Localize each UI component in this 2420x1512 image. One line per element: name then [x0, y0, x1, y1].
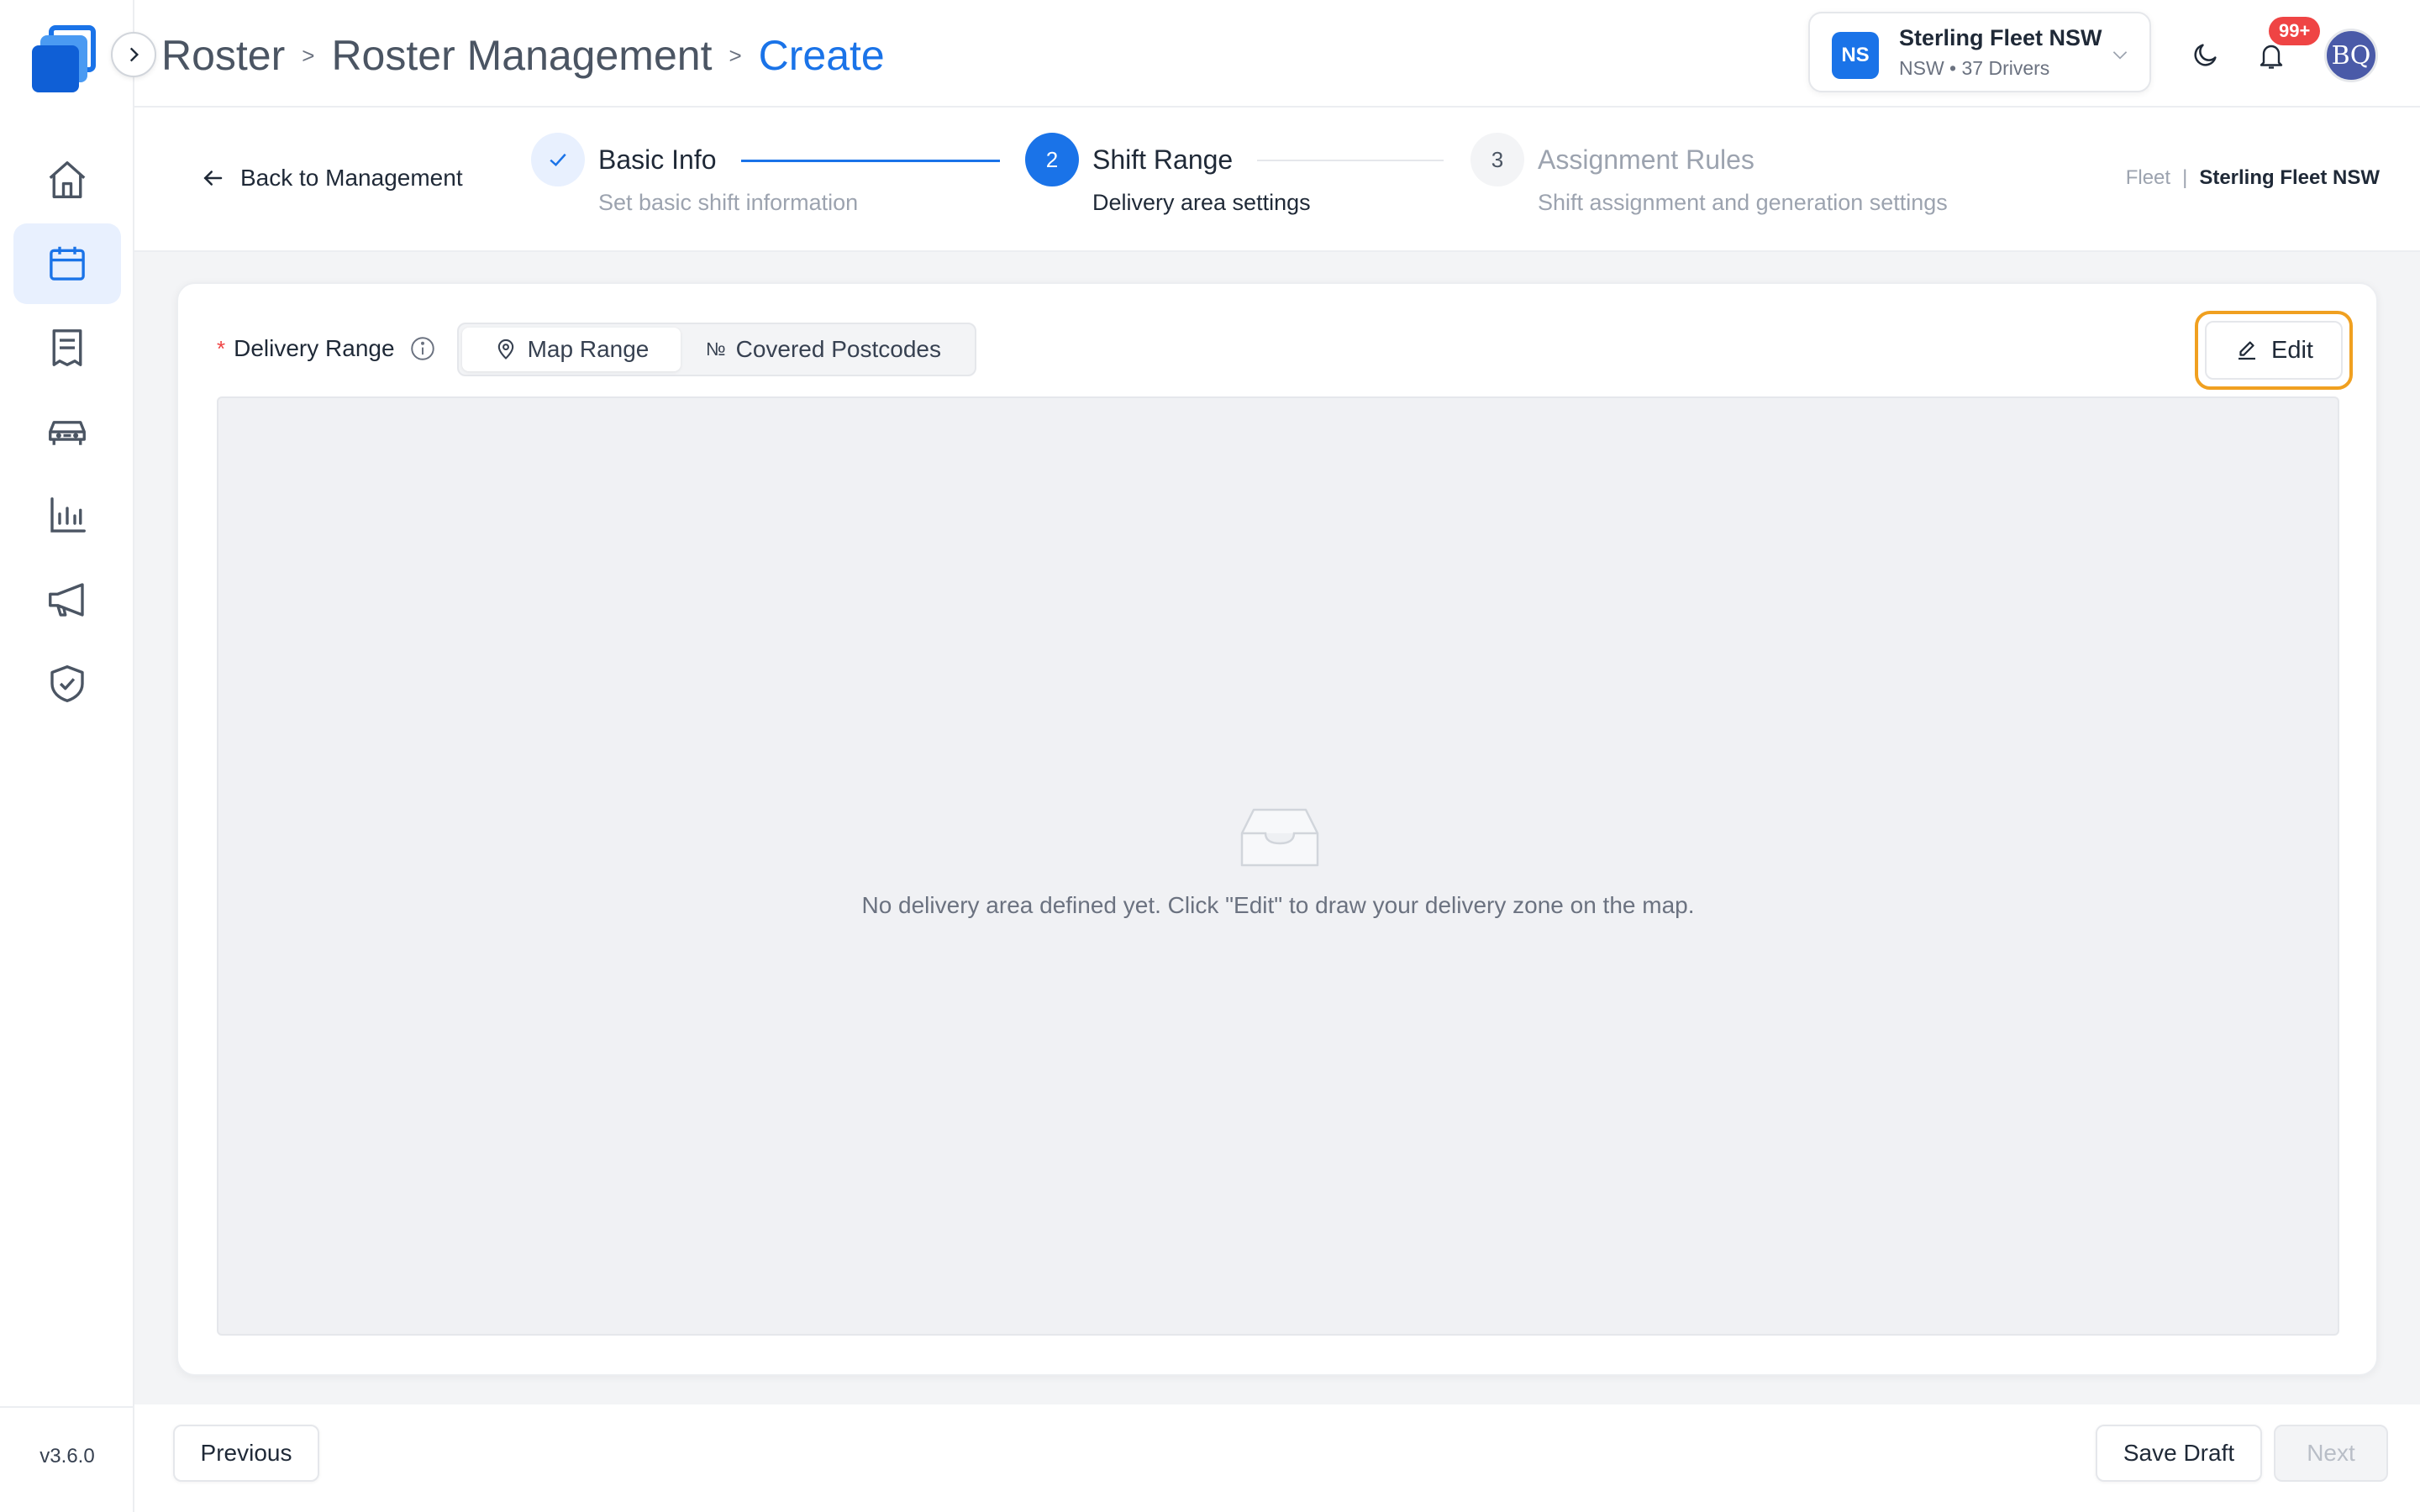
fleet-avatar: NS	[1832, 32, 1879, 79]
step-number: 2	[1025, 133, 1079, 186]
back-link-label: Back to Management	[240, 165, 463, 191]
step-title: Basic Info	[598, 144, 717, 175]
home-icon	[49, 161, 86, 198]
info-icon[interactable]	[408, 334, 437, 363]
empty-state-message: No delivery area defined yet. Click "Edi…	[861, 892, 1695, 918]
tab-map-range[interactable]: Map Range	[462, 328, 681, 371]
fleet-name: Sterling Fleet NSW	[1899, 25, 2102, 50]
car-icon	[49, 421, 86, 445]
chevron-right-icon	[129, 47, 139, 62]
fleet-tag: Fleet | Sterling Fleet NSW	[2126, 166, 2380, 190]
moon-icon	[2194, 44, 2217, 66]
step-complete-marker	[531, 133, 585, 186]
sidebar-item-reports[interactable]	[13, 475, 121, 556]
delivery-range-label: * Delivery Range	[217, 334, 437, 363]
field-label-text: Delivery Range	[234, 335, 395, 361]
edit-button[interactable]: Edit	[2205, 321, 2343, 380]
breadcrumb-roster[interactable]: Roster	[161, 31, 285, 80]
edit-label: Edit	[2271, 336, 2313, 364]
step-title: Shift Range	[1092, 144, 1234, 175]
fleet-subtitle: NSW • 37 Drivers	[1899, 57, 2050, 79]
fleet-tag-separator: |	[2182, 166, 2188, 189]
top-header: Roster > Roster Management > Create NS S…	[134, 0, 2420, 108]
breadcrumb-separator: >	[302, 42, 315, 68]
sidebar-collapse-button[interactable]	[111, 32, 156, 77]
fleet-tag-label: Fleet	[2125, 166, 2171, 189]
map-pin-icon	[497, 339, 513, 360]
arrow-left-icon	[203, 171, 223, 186]
map-area[interactable]: No delivery area defined yet. Click "Edi…	[217, 396, 2339, 1336]
edit-highlight: Edit	[2195, 311, 2353, 390]
theme-toggle-button[interactable]	[2185, 34, 2227, 76]
user-avatar[interactable]: BQ	[2324, 29, 2378, 82]
breadcrumb: Roster > Roster Management > Create	[161, 29, 885, 82]
pencil-icon	[2238, 341, 2255, 360]
numero-icon: №	[706, 339, 726, 360]
sidebar-item-vehicles[interactable]	[13, 391, 121, 472]
sidebar-item-home[interactable]	[13, 139, 121, 220]
bell-icon	[2260, 45, 2283, 69]
range-mode-tabs: Map Range № Covered Postcodes	[457, 323, 976, 376]
save-draft-button[interactable]: Save Draft	[2096, 1425, 2262, 1482]
check-icon	[550, 153, 566, 167]
step-connector-pending	[1257, 160, 1444, 161]
breadcrumb-separator: >	[729, 42, 742, 68]
fleet-tag-value: Sterling Fleet NSW	[2199, 166, 2380, 189]
breadcrumb-create: Create	[758, 32, 885, 79]
steps-bar: Back to Management Basic Info Set basic …	[134, 108, 2420, 252]
shift-range-card: * Delivery Range Map Range № Covered Pos…	[176, 282, 2378, 1376]
bar-chart-icon	[50, 497, 86, 533]
notification-badge: 99+	[2269, 17, 2321, 45]
required-mark: *	[217, 335, 226, 361]
step-description: Delivery area settings	[1092, 190, 1311, 215]
fleet-selector[interactable]: NS Sterling Fleet NSW NSW • 37 Drivers	[1808, 12, 2151, 92]
document-icon	[52, 329, 82, 366]
step-number: 3	[1470, 133, 1524, 186]
chevron-down-icon	[2112, 51, 2128, 60]
back-to-management-link[interactable]: Back to Management	[200, 165, 463, 192]
sidebar-item-roster[interactable]	[13, 223, 121, 304]
previous-button[interactable]: Previous	[173, 1425, 319, 1482]
tab-label: Covered Postcodes	[735, 336, 941, 362]
sidebar-nav	[13, 139, 121, 727]
calendar-icon	[50, 246, 85, 281]
sidebar-item-documents[interactable]	[13, 307, 121, 388]
step-connector-complete	[741, 160, 1000, 162]
sidebar-item-announcements[interactable]	[13, 559, 121, 640]
form-footer: Previous Save Draft Next	[134, 1404, 2420, 1512]
tab-covered-postcodes[interactable]: № Covered Postcodes	[681, 328, 966, 371]
step-title: Assignment Rules	[1538, 144, 1754, 175]
tab-label: Map Range	[527, 336, 650, 362]
step-description: Shift assignment and generation settings	[1538, 190, 1948, 215]
sidebar-item-compliance[interactable]	[13, 643, 121, 724]
megaphone-icon	[49, 583, 84, 617]
breadcrumb-roster-management[interactable]: Roster Management	[331, 31, 712, 80]
app-logo[interactable]	[30, 22, 104, 94]
shield-check-icon	[50, 665, 84, 702]
step-description: Set basic shift information	[598, 190, 859, 215]
sidebar: v3.6.0	[0, 0, 134, 1512]
empty-inbox-icon	[1240, 808, 1319, 867]
next-button[interactable]: Next	[2274, 1425, 2388, 1482]
app-version: v3.6.0	[39, 1445, 95, 1467]
